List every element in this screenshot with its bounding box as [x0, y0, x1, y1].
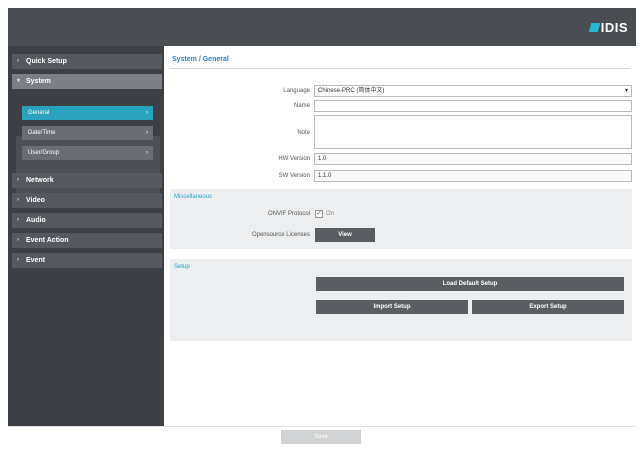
sidebar-item-quick-setup[interactable]: › Quick Setup	[12, 54, 162, 69]
chevron-right-icon: ›	[146, 110, 148, 116]
sidebar-item-label: Event Action	[26, 237, 69, 244]
chevron-right-icon: ›	[17, 257, 19, 263]
onvif-label: ONVIF Protocol	[267, 211, 310, 217]
language-select[interactable]: Chinese-PRC (简体中文) ▾	[314, 85, 632, 97]
dropdown-arrow-icon: ▾	[624, 88, 628, 94]
sidebar-item-label: Event	[26, 257, 46, 264]
hw-version-field: 1.0	[314, 153, 632, 165]
breadcrumb: System / General	[172, 56, 229, 63]
onvif-option-label: On	[326, 211, 335, 217]
logo-text: IDIS	[600, 20, 628, 35]
subitem-label: Date/Time	[28, 130, 56, 136]
sidebar-item-label: Audio	[26, 217, 46, 224]
sidebar-item-event[interactable]: › Event	[12, 253, 162, 268]
top-bar: IDIS	[8, 8, 636, 46]
chevron-right-icon: ›	[146, 150, 148, 156]
hw-version-label: HW Version	[278, 156, 310, 162]
onvif-checkbox[interactable]: ✓	[315, 210, 323, 218]
title-divider	[170, 68, 630, 69]
chevron-right-icon: ›	[17, 217, 19, 223]
language-label: Language	[283, 88, 310, 94]
sidebar-subitem-general[interactable]: General ›	[22, 106, 153, 120]
sidebar-item-label: Video	[26, 197, 45, 204]
logo-mark-icon	[588, 23, 600, 32]
hw-version-value: 1.0	[318, 156, 327, 162]
chevron-right-icon: ›	[17, 237, 19, 243]
app-window: IDIS › Quick Setup ▾ System General › Da…	[8, 8, 636, 447]
miscellaneous-section: Miscellaneous ONVIF Protocol ✓ On Openso…	[170, 189, 632, 249]
sw-version-label: SW Version	[278, 173, 310, 179]
note-textarea[interactable]	[314, 115, 632, 149]
sidebar-item-event-action[interactable]: › Event Action	[12, 233, 162, 248]
name-input[interactable]	[314, 100, 632, 112]
import-setup-button[interactable]: Import Setup	[316, 300, 468, 314]
language-value: Chinese-PRC (简体中文)	[318, 88, 385, 94]
subitem-label: User/Group	[28, 150, 60, 156]
chevron-right-icon: ›	[146, 130, 148, 136]
sw-version-field: 1.1.0	[314, 170, 632, 182]
sidebar-subitem-date-time[interactable]: Date/Time ›	[22, 126, 153, 140]
miscellaneous-title: Miscellaneous	[174, 194, 213, 200]
opensource-licenses-label: Opensource Licenses	[251, 232, 310, 238]
sidebar-item-video[interactable]: › Video	[12, 193, 162, 208]
chevron-right-icon: ›	[17, 177, 19, 183]
subitem-label: General	[28, 110, 50, 116]
sidebar: › Quick Setup ▾ System General › Date/Ti…	[8, 46, 164, 426]
sidebar-item-label: Network	[26, 177, 54, 184]
setup-title: Setup	[174, 264, 190, 270]
view-button[interactable]: View	[315, 228, 375, 242]
brand-logo: IDIS	[588, 20, 628, 35]
chevron-right-icon: ›	[17, 58, 19, 64]
name-label: Name	[293, 103, 310, 109]
main-content: System / General Language Chinese-PRC (简…	[164, 46, 636, 426]
save-button[interactable]: Save	[281, 430, 361, 444]
sw-version-value: 1.1.0	[318, 173, 332, 179]
footer: Save	[8, 426, 636, 447]
sidebar-subitem-user-group[interactable]: User/Group ›	[22, 146, 153, 160]
sidebar-item-network[interactable]: › Network	[12, 173, 162, 188]
chevron-right-icon: ›	[17, 197, 19, 203]
export-setup-button[interactable]: Export Setup	[472, 300, 624, 314]
chevron-down-icon: ▾	[17, 78, 21, 84]
sidebar-item-system[interactable]: ▾ System	[12, 74, 162, 89]
sidebar-item-label: Quick Setup	[26, 58, 67, 65]
load-default-setup-button[interactable]: Load Default Setup	[316, 277, 624, 291]
setup-section: Setup Load Default Setup Import Setup Ex…	[170, 259, 632, 341]
sidebar-item-audio[interactable]: › Audio	[12, 213, 162, 228]
note-label: Note	[297, 130, 310, 136]
sidebar-item-label: System	[26, 78, 51, 85]
